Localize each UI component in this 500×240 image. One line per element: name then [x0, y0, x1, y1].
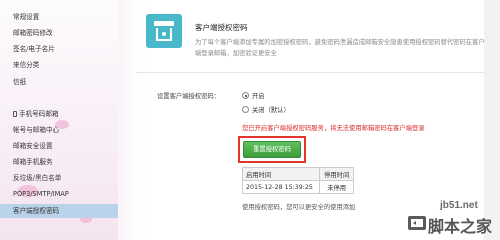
sidebar-item-stationery[interactable]: 信纸	[0, 75, 118, 89]
sidebar-item-account-center[interactable]: 帐号与邮箱中心	[0, 123, 118, 137]
footnote-text: 使用授权密码，您可以更安全的使用添加	[242, 204, 356, 211]
radio-disable-label[interactable]: 关闭（默认）	[252, 105, 290, 114]
sidebar-item-mail-filters[interactable]: 来信分类	[0, 58, 118, 72]
table-header-row: 启用时间 停用时间	[241, 167, 354, 181]
sidebar-item-phone-service[interactable]: 邮箱手机服务	[0, 155, 118, 169]
sidebar-item-label: 帐号与邮箱中心	[13, 126, 60, 134]
page-title: 客户端授权密码	[195, 23, 248, 32]
table-row: 2015-12-28 15:39:25 未停用	[241, 180, 354, 194]
reset-auth-password-button[interactable]: 重置授权密码	[243, 141, 301, 158]
sidebar-item-client-auth-password[interactable]: 客户端授权密码	[0, 204, 118, 218]
sidebar-item-label: 来信分类	[13, 61, 40, 69]
watermark-url: jb51.net	[440, 200, 478, 211]
sidebar-item-label: 信纸	[13, 78, 27, 86]
sidebar-item-label: 手机号码邮箱	[19, 110, 59, 118]
site-watermark: jb51.net 脚本之家	[400, 200, 500, 240]
sidebar-item-label: 客户端授权密码	[13, 207, 60, 215]
sidebar-item-label: 邮箱手机服务	[13, 158, 53, 166]
phone-icon	[13, 111, 17, 117]
sidebar-item-label: 邮箱安全设置	[13, 142, 53, 150]
section-header: 客户端授权密码 为了每个客户端添加专属的加密授权密码，避免密码泄漏造成邮箱安全隐…	[136, 6, 488, 68]
divider	[136, 72, 488, 73]
table-cell: 2015-12-28 15:39:25	[241, 180, 321, 194]
warning-message: 您已开启客户端授权密码服务，将无法使用邮箱密码在客户端登录	[242, 125, 425, 132]
watermark-logo-icon	[408, 216, 426, 230]
sidebar-item-signature[interactable]: 签名/电子名片	[0, 42, 118, 56]
sidebar-item-phone-mailbox[interactable]: 手机号码邮箱	[0, 107, 118, 121]
sidebar-item-antispam[interactable]: 反垃圾/黑白名单	[0, 171, 118, 185]
sidebar-item-general-settings[interactable]: 常规设置	[0, 10, 118, 24]
radio-enable[interactable]	[242, 92, 249, 99]
sidebar-item-security[interactable]: 邮箱安全设置	[0, 139, 118, 153]
setting-label: 设置客户端授权密码：	[157, 93, 220, 100]
sidebar-item-label: 反垃圾/黑白名单	[13, 174, 62, 182]
sidebar-item-label: POP3/SMTP/IMAP	[13, 190, 69, 198]
sidebar-item-label: 签名/电子名片	[13, 45, 55, 53]
page-description: 为了每个客户端添加专属的加密授权密码，避免密码泄漏造成邮箱安全隐患使用授权密码替…	[195, 39, 485, 57]
auth-info-table: 启用时间 停用时间 2015-12-28 15:39:25 未停用	[241, 167, 354, 194]
sidebar-item-label: 常规设置	[13, 13, 40, 21]
table-cell: 未停用	[319, 180, 354, 194]
sidebar-item-pop3-smtp-imap[interactable]: POP3/SMTP/IMAP	[0, 187, 118, 201]
sidebar-item-password-change[interactable]: 邮箱密码修改	[0, 26, 118, 40]
column-header: 停用时间	[319, 167, 354, 181]
sidebar: 常规设置 邮箱密码修改 签名/电子名片 来信分类 信纸 手机号码邮箱 帐号与邮箱…	[0, 0, 118, 240]
column-header: 启用时间	[241, 167, 321, 181]
radio-disable[interactable]	[242, 106, 249, 113]
sidebar-item-label: 邮箱密码修改	[13, 29, 53, 37]
watermark-name: 脚本之家	[428, 217, 493, 236]
auth-key-icon	[146, 14, 182, 48]
radio-enable-label[interactable]: 开启	[252, 91, 265, 100]
